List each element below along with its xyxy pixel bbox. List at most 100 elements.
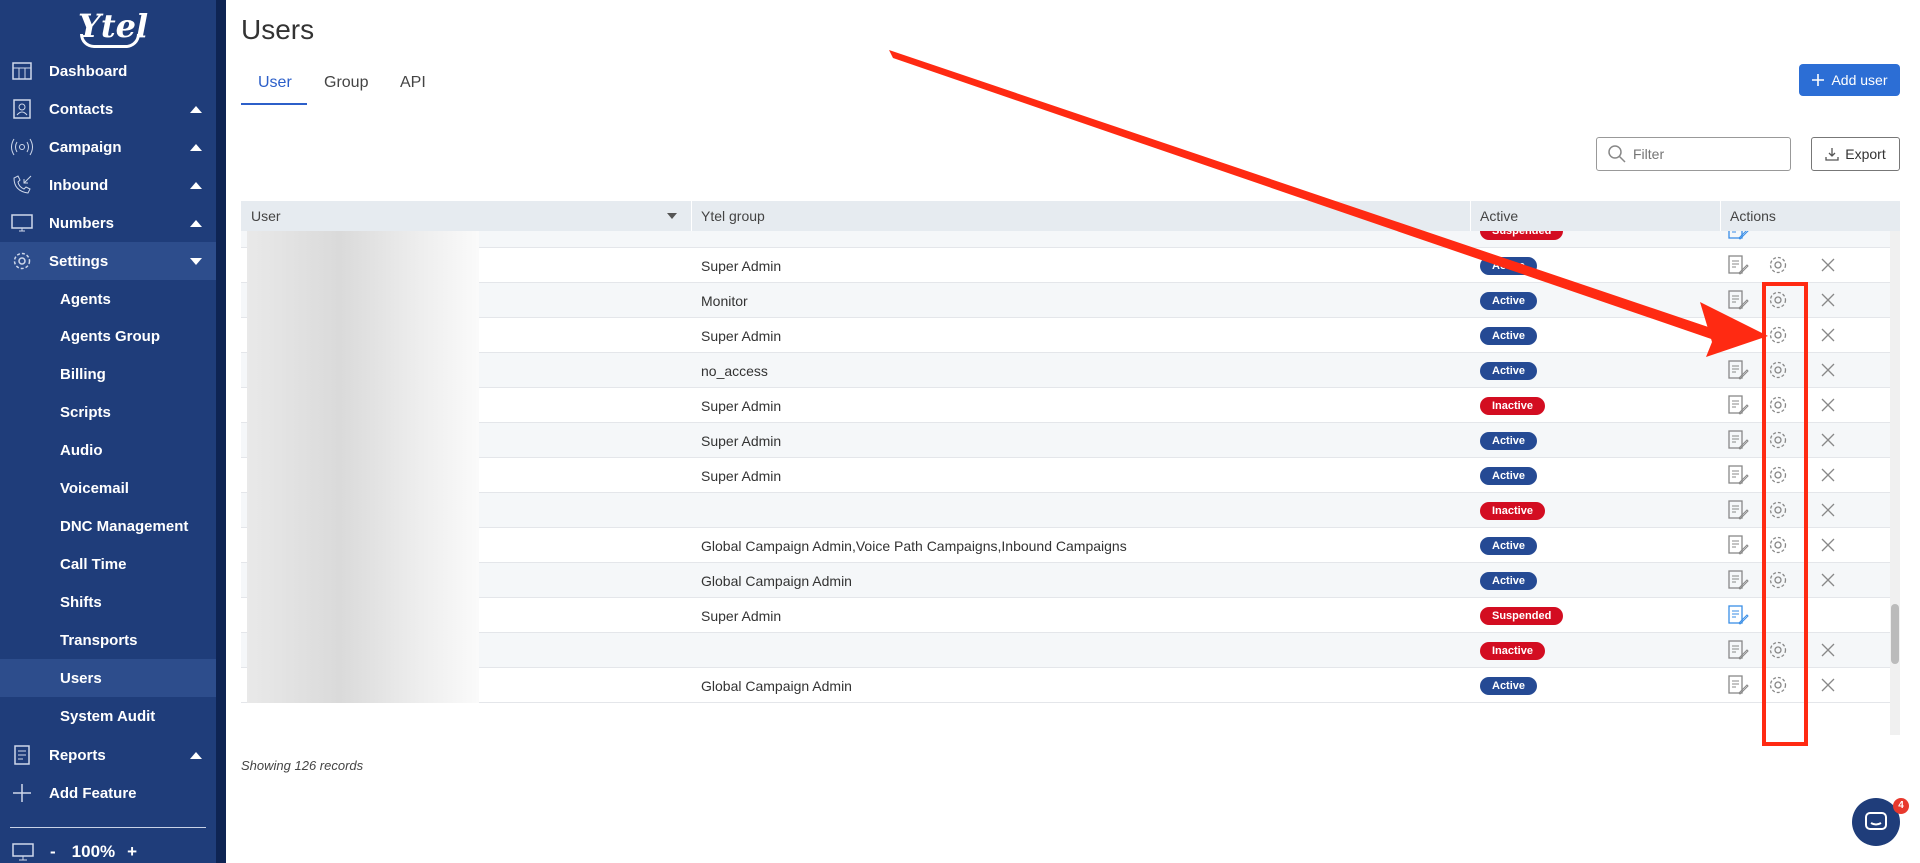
edit-icon[interactable]	[1727, 359, 1749, 381]
edit-icon[interactable]	[1727, 464, 1749, 486]
sidebar-item-reports[interactable]: Reports	[0, 736, 216, 774]
group-cell: Global Campaign Admin	[701, 678, 852, 694]
tab-api[interactable]: API	[400, 74, 426, 92]
close-icon[interactable]	[1817, 394, 1839, 416]
table-row[interactable]: Super Admin Suspended	[241, 598, 1900, 633]
sidebar-sub-call-time[interactable]: Call Time	[0, 545, 216, 583]
table-scrollbar-thumb[interactable]	[1891, 604, 1899, 664]
dashboard-icon	[12, 62, 32, 80]
tab-user[interactable]: User	[258, 74, 292, 92]
app-root: Ytel Dashboard Contacts Campaign Inbound…	[0, 0, 1920, 863]
sidebar-sub-agents[interactable]: Agents	[0, 280, 216, 318]
caret-down-icon[interactable]	[666, 212, 678, 220]
chevron-up-icon[interactable]	[190, 182, 202, 189]
sidebar-sub-shifts[interactable]: Shifts	[0, 583, 216, 621]
sidebar-item-campaign[interactable]: Campaign	[0, 128, 216, 166]
sidebar-sub-billing[interactable]: Billing	[0, 355, 216, 393]
sidebar-sub-users[interactable]: Users	[0, 659, 216, 697]
table-row[interactable]: Super Admin Active	[241, 248, 1900, 283]
sidebar-sub-transports[interactable]: Transports	[0, 621, 216, 659]
chevron-up-icon[interactable]	[190, 752, 202, 759]
edit-icon[interactable]	[1727, 674, 1749, 696]
group-cell: Super Admin	[701, 328, 782, 344]
close-icon[interactable]	[1817, 324, 1839, 346]
sidebar-item-settings[interactable]: Settings	[0, 242, 216, 280]
gear-icon	[13, 252, 31, 270]
sidebar-sub-scripts[interactable]: Scripts	[0, 393, 216, 431]
sidebar-item-contacts[interactable]: Contacts	[0, 90, 216, 128]
redacted-user-name	[247, 598, 479, 633]
chevron-up-icon[interactable]	[190, 106, 202, 113]
group-cell: Super Admin	[701, 433, 782, 449]
sidebar-sub-agents-group[interactable]: Agents Group	[0, 317, 216, 355]
sidebar-item-numbers[interactable]: Numbers	[0, 204, 216, 242]
edit-icon[interactable]	[1727, 569, 1749, 591]
close-icon[interactable]	[1817, 464, 1839, 486]
add-user-button[interactable]: Add user	[1799, 64, 1900, 96]
table-row[interactable]: Monitor Active	[241, 283, 1900, 318]
sidebar-item-dashboard[interactable]: Dashboard	[0, 52, 216, 90]
page-title: Users	[241, 14, 315, 45]
redacted-user-name	[247, 388, 479, 423]
redacted-user-name	[247, 248, 479, 283]
group-cell: Monitor	[701, 293, 748, 309]
zoom-control: - 100% +	[12, 842, 137, 862]
edit-icon[interactable]	[1727, 324, 1749, 346]
sidebar-sub-system-audit[interactable]: System Audit	[0, 697, 216, 735]
gear-icon[interactable]	[1767, 254, 1789, 276]
close-icon[interactable]	[1817, 569, 1839, 591]
column-header-user[interactable]: User	[251, 208, 281, 224]
edit-icon[interactable]	[1727, 604, 1749, 626]
column-header-ytel-group[interactable]: Ytel group	[701, 208, 765, 224]
close-icon[interactable]	[1817, 254, 1839, 276]
filter-input[interactable]	[1633, 146, 1783, 162]
edit-icon[interactable]	[1727, 639, 1749, 661]
edit-icon[interactable]	[1727, 534, 1749, 556]
edit-icon[interactable]	[1727, 429, 1749, 451]
filter-field[interactable]	[1596, 137, 1791, 171]
table-row[interactable]: Super Admin Inactive	[241, 388, 1900, 423]
table-row[interactable]: Super Admin Active	[241, 423, 1900, 458]
sidebar-sub-label: Transports	[60, 631, 138, 649]
column-header-active[interactable]: Active	[1480, 208, 1518, 224]
edit-icon[interactable]	[1727, 289, 1749, 311]
close-icon[interactable]	[1817, 534, 1839, 556]
close-icon[interactable]	[1817, 359, 1839, 381]
close-icon[interactable]	[1817, 499, 1839, 521]
sidebar-item-label: Settings	[49, 252, 109, 270]
table-row[interactable]: Super Admin Active	[241, 458, 1900, 493]
table-row[interactable]: Super Admin Active	[241, 318, 1900, 353]
edit-icon[interactable]	[1727, 499, 1749, 521]
sidebar-item-add-feature[interactable]: Add Feature	[0, 774, 216, 812]
chevron-up-icon[interactable]	[190, 220, 202, 227]
close-icon[interactable]	[1817, 289, 1839, 311]
table-row[interactable]: Global Campaign Admin Active	[241, 668, 1900, 703]
table-row[interactable]: Global Campaign Admin Active	[241, 563, 1900, 598]
table-row[interactable]: Global Campaign Admin,Voice Path Campaig…	[241, 528, 1900, 563]
table-row[interactable]: Suspended	[241, 231, 1900, 248]
zoom-in-button[interactable]: +	[127, 842, 137, 862]
sidebar-sub-dnc-management[interactable]: DNC Management	[0, 507, 216, 545]
redacted-user-name	[247, 633, 479, 668]
sidebar-item-inbound[interactable]: Inbound	[0, 166, 216, 204]
zoom-out-button[interactable]: -	[50, 842, 56, 862]
export-button[interactable]: Export	[1811, 137, 1900, 171]
chevron-down-icon[interactable]	[190, 258, 202, 265]
table-row[interactable]: no_access Active	[241, 353, 1900, 388]
status-badge: Inactive	[1480, 642, 1545, 660]
edit-icon[interactable]	[1727, 254, 1749, 276]
close-icon[interactable]	[1817, 429, 1839, 451]
sidebar-scrollbar[interactable]	[216, 0, 226, 863]
sidebar-sub-audio[interactable]: Audio	[0, 431, 216, 469]
table-row[interactable]: Inactive	[241, 633, 1900, 668]
broadcast-icon	[11, 138, 33, 156]
chevron-up-icon[interactable]	[190, 144, 202, 151]
close-icon[interactable]	[1817, 639, 1839, 661]
edit-icon[interactable]	[1727, 394, 1749, 416]
sidebar-sub-voicemail[interactable]: Voicemail	[0, 469, 216, 507]
table-row[interactable]: Inactive	[241, 493, 1900, 528]
redacted-user-name	[247, 318, 479, 353]
edit-icon[interactable]	[1727, 231, 1749, 241]
tab-group[interactable]: Group	[324, 74, 368, 92]
close-icon[interactable]	[1817, 674, 1839, 696]
